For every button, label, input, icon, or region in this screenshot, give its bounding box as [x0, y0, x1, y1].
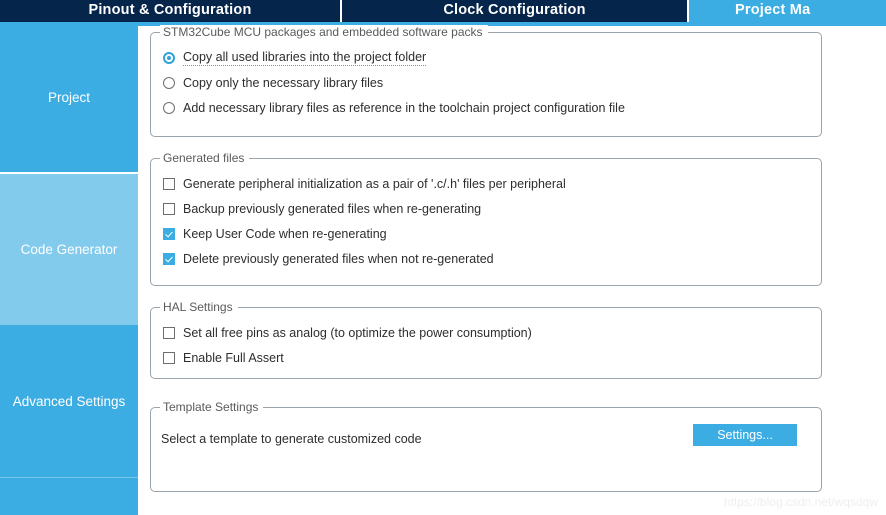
sidebar-item-label: Code Generator	[20, 242, 118, 257]
checkbox-icon[interactable]	[163, 351, 175, 364]
sidebar: Project Code Generator Advanced Settings	[0, 22, 138, 515]
sidebar-item-project[interactable]: Project	[0, 22, 138, 172]
checkbox-enable-full-assert[interactable]: Enable Full Assert	[161, 345, 811, 370]
checkbox-keep-user-code[interactable]: Keep User Code when re-generating	[161, 221, 811, 246]
checkbox-label: Generate peripheral initialization as a …	[183, 176, 566, 191]
sidebar-item-label: Project	[47, 89, 91, 105]
sidebar-item-advanced-settings[interactable]: Advanced Settings	[0, 325, 138, 477]
tab-project-manager[interactable]: Project Ma	[689, 0, 884, 22]
checkbox-icon[interactable]	[163, 326, 175, 339]
tab-clock-configuration[interactable]: Clock Configuration	[342, 0, 689, 22]
group-hal-settings: HAL Settings Set all free pins as analog…	[150, 300, 822, 379]
checkbox-set-free-pins-analog[interactable]: Set all free pins as analog (to optimize…	[161, 320, 811, 345]
checkbox-label: Set all free pins as analog (to optimize…	[183, 325, 532, 340]
checkbox-icon[interactable]	[163, 252, 175, 265]
checkbox-label: Keep User Code when re-generating	[183, 226, 387, 241]
radio-icon[interactable]	[163, 101, 175, 114]
template-settings-button[interactable]: Settings...	[693, 424, 797, 446]
tab-pinout-configuration[interactable]: Pinout & Configuration	[0, 0, 342, 22]
checkbox-icon[interactable]	[163, 177, 175, 190]
radio-label: Copy only the necessary library files	[183, 75, 384, 90]
checkbox-delete-previously-generated[interactable]: Delete previously generated files when n…	[161, 246, 811, 271]
group-title: STM32Cube MCU packages and embedded soft…	[160, 25, 488, 39]
main-tab-bar: Pinout & Configuration Clock Configurati…	[0, 0, 886, 22]
group-template-settings: Template Settings Select a template to g…	[150, 400, 822, 492]
sidebar-item-code-generator[interactable]: Code Generator	[0, 172, 138, 325]
radio-add-library-as-reference[interactable]: Add necessary library files as reference…	[161, 95, 811, 120]
checkbox-label: Enable Full Assert	[183, 350, 284, 365]
code-generator-panel: STM32Cube MCU packages and embedded soft…	[138, 25, 886, 515]
radio-icon[interactable]	[163, 51, 175, 64]
radio-icon[interactable]	[163, 76, 175, 89]
sidebar-item-empty	[0, 477, 138, 513]
group-mcu-packages: STM32Cube MCU packages and embedded soft…	[150, 25, 822, 137]
group-title: HAL Settings	[160, 300, 238, 314]
radio-label: Add necessary library files as reference…	[183, 100, 625, 115]
radio-copy-necessary-library-files[interactable]: Copy only the necessary library files	[161, 70, 811, 95]
checkbox-generate-peripheral-init-pair[interactable]: Generate peripheral initialization as a …	[161, 171, 811, 196]
watermark-text: https://blog.csdn.net/wqsdqw	[723, 495, 878, 509]
checkbox-backup-previously-generated[interactable]: Backup previously generated files when r…	[161, 196, 811, 221]
checkbox-icon[interactable]	[163, 202, 175, 215]
sidebar-item-label: Advanced Settings	[12, 393, 126, 409]
group-title: Template Settings	[160, 400, 264, 414]
checkbox-label: Backup previously generated files when r…	[183, 201, 482, 216]
group-generated-files: Generated files Generate peripheral init…	[150, 151, 822, 286]
radio-copy-all-libraries[interactable]: Copy all used libraries into the project…	[161, 45, 811, 70]
group-title: Generated files	[160, 151, 250, 165]
template-description: Select a template to generate customized…	[161, 432, 422, 446]
checkbox-label: Delete previously generated files when n…	[183, 251, 494, 266]
radio-label: Copy all used libraries into the project…	[183, 49, 427, 66]
checkbox-icon[interactable]	[163, 227, 175, 240]
template-settings-row: Select a template to generate customized…	[161, 420, 811, 476]
